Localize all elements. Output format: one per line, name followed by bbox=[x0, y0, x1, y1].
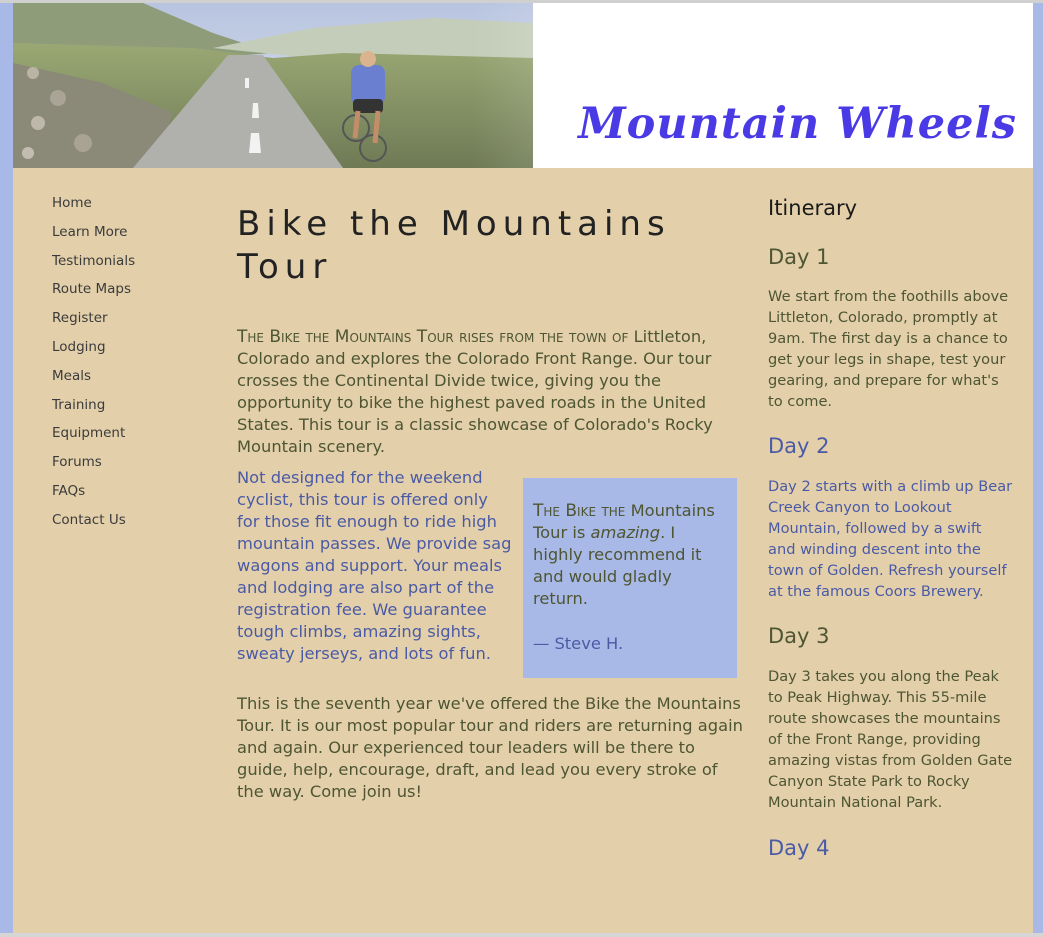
itinerary-sidebar: Itinerary Day 1 We start from the foothi… bbox=[768, 195, 1013, 861]
page-title: Bike the Mountains Tour bbox=[237, 204, 671, 287]
nav-link-forums[interactable]: Forums bbox=[52, 454, 102, 472]
intro-lead: The Bike the Mountains Tour rises from t… bbox=[237, 327, 629, 347]
nav-item-route-maps: Route Maps bbox=[52, 278, 222, 307]
nav-item-lodging: Lodging bbox=[52, 336, 222, 365]
nav-link-equipment[interactable]: Equipment bbox=[52, 425, 125, 443]
nav-link-learn-more[interactable]: Learn More bbox=[52, 224, 128, 242]
site-header: Mountain Wheels bbox=[13, 3, 1033, 168]
testimonial-author: — Steve H. bbox=[533, 634, 624, 653]
nav-item-testimonials: Testimonials bbox=[52, 250, 222, 279]
nav-link-faqs[interactable]: FAQs bbox=[52, 483, 85, 501]
nav-link-testimonials[interactable]: Testimonials bbox=[52, 253, 135, 271]
itinerary-heading: Itinerary bbox=[768, 196, 858, 220]
nav-link-home[interactable]: Home bbox=[52, 195, 92, 213]
nav-item-training: Training bbox=[52, 394, 222, 423]
testimonial-quote: The Bike the Mountains Tour is amazing. … bbox=[533, 500, 729, 610]
testimonial-box: The Bike the Mountains Tour is amazing. … bbox=[523, 478, 737, 678]
day-2-heading: Day 2 bbox=[768, 434, 830, 458]
day-1-text: We start from the foothills above Little… bbox=[768, 288, 1009, 410]
testimonial-emphasis: amazing bbox=[590, 523, 661, 542]
testimonial-lead: The Bike the bbox=[533, 501, 626, 521]
day-2-text: Day 2 starts with a climb up Bear Creek … bbox=[768, 478, 1013, 600]
bottom-border bbox=[0, 933, 1043, 937]
nav-item-faqs: FAQs bbox=[52, 480, 222, 509]
day-3-heading: Day 3 bbox=[768, 624, 830, 648]
nav-item-meals: Meals bbox=[52, 365, 222, 394]
main-nav: Home Learn More Testimonials Route Maps … bbox=[52, 192, 222, 538]
page-container: Mountain Wheels Home Learn More Testimon… bbox=[13, 3, 1033, 933]
nav-link-route-maps[interactable]: Route Maps bbox=[52, 281, 131, 299]
nav-item-home: Home bbox=[52, 192, 222, 221]
nav-link-contact-us[interactable]: Contact Us bbox=[52, 512, 126, 530]
nav-link-lodging[interactable]: Lodging bbox=[52, 339, 106, 357]
nav-item-contact-us: Contact Us bbox=[52, 509, 222, 538]
fitness-paragraph: Not designed for the weekend cyclist, th… bbox=[237, 468, 512, 663]
nav-link-meals[interactable]: Meals bbox=[52, 368, 91, 386]
site-title: Mountain Wheels bbox=[578, 99, 1017, 149]
nav-item-forums: Forums bbox=[52, 451, 222, 480]
nav-link-training[interactable]: Training bbox=[52, 397, 105, 415]
main-content: Bike the Mountains Tour The Bike the Mou… bbox=[237, 203, 749, 803]
middle-section: Not designed for the weekend cyclist, th… bbox=[237, 467, 749, 693]
intro-paragraph: The Bike the Mountains Tour rises from t… bbox=[237, 326, 749, 458]
day-1-heading: Day 1 bbox=[768, 245, 830, 269]
day-4-heading: Day 4 bbox=[768, 836, 830, 860]
nav-link-register[interactable]: Register bbox=[52, 310, 108, 328]
day-3-text: Day 3 takes you along the Peak to Peak H… bbox=[768, 668, 1013, 811]
nav-item-equipment: Equipment bbox=[52, 422, 222, 451]
nav-item-register: Register bbox=[52, 307, 222, 336]
closing-paragraph: This is the seventh year we've offered t… bbox=[237, 694, 743, 801]
nav-item-learn-more: Learn More bbox=[52, 221, 222, 250]
